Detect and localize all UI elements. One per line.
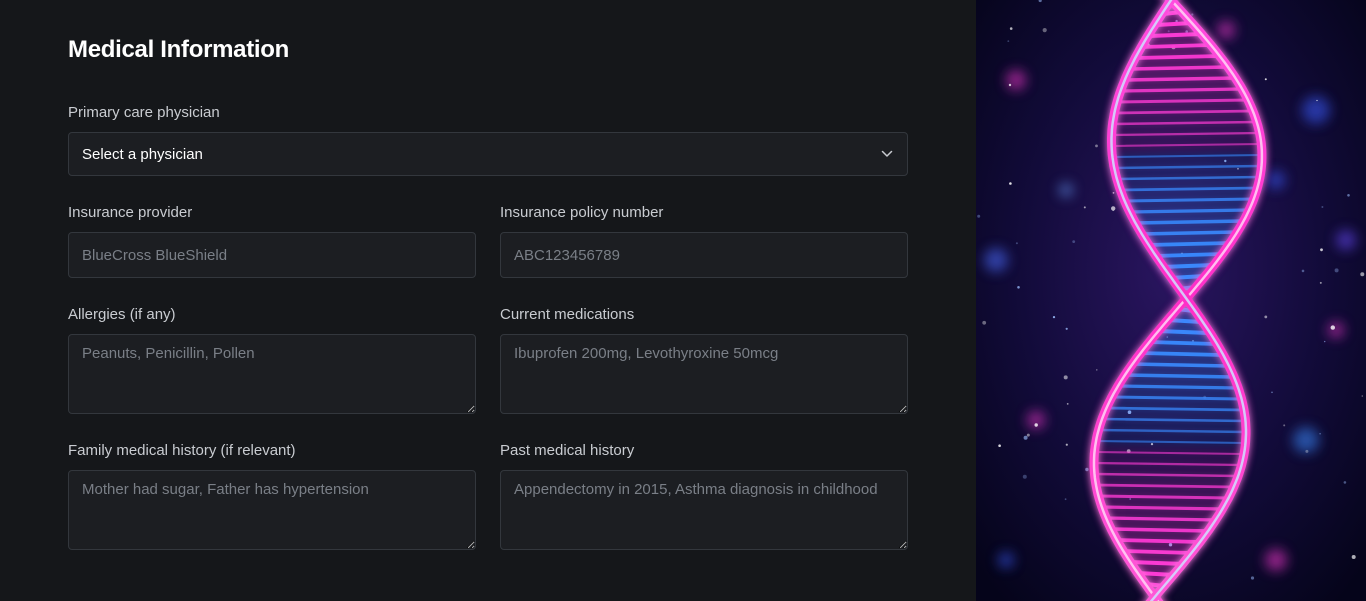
chevron-down-icon (881, 148, 893, 160)
family-history-field: Family medical history (if relevant) (68, 442, 476, 550)
physician-field: Primary care physician Select a physicia… (68, 104, 908, 176)
medications-label: Current medications (500, 306, 635, 323)
allergies-label: Allergies (if any) (68, 306, 176, 323)
insurance-provider-field: Insurance provider (68, 204, 476, 278)
medications-textarea[interactable] (500, 334, 908, 414)
medications-field: Current medications (500, 306, 908, 414)
page-title: Medical Information (68, 36, 289, 63)
allergies-field: Allergies (if any) (68, 306, 476, 414)
policy-number-label: Insurance policy number (500, 204, 664, 221)
policy-number-field: Insurance policy number (500, 204, 908, 278)
past-history-field: Past medical history (500, 442, 908, 550)
insurance-provider-input[interactable] (68, 232, 476, 278)
family-history-label: Family medical history (if relevant) (68, 442, 296, 459)
past-history-textarea[interactable] (500, 470, 908, 550)
form-panel: Medical Information Primary care physici… (0, 0, 976, 601)
policy-number-input[interactable] (500, 232, 908, 278)
physician-select[interactable]: Select a physician (68, 132, 908, 176)
past-history-label: Past medical history (500, 442, 635, 459)
dna-helix-graphic (976, 0, 1366, 601)
allergies-textarea[interactable] (68, 334, 476, 414)
physician-select-value: Select a physician (82, 145, 203, 163)
physician-label: Primary care physician (68, 104, 220, 121)
dna-helix-image (976, 0, 1366, 601)
medical-info-page: Medical Information Primary care physici… (0, 0, 1366, 601)
family-history-textarea[interactable] (68, 470, 476, 550)
insurance-provider-label: Insurance provider (68, 204, 193, 221)
